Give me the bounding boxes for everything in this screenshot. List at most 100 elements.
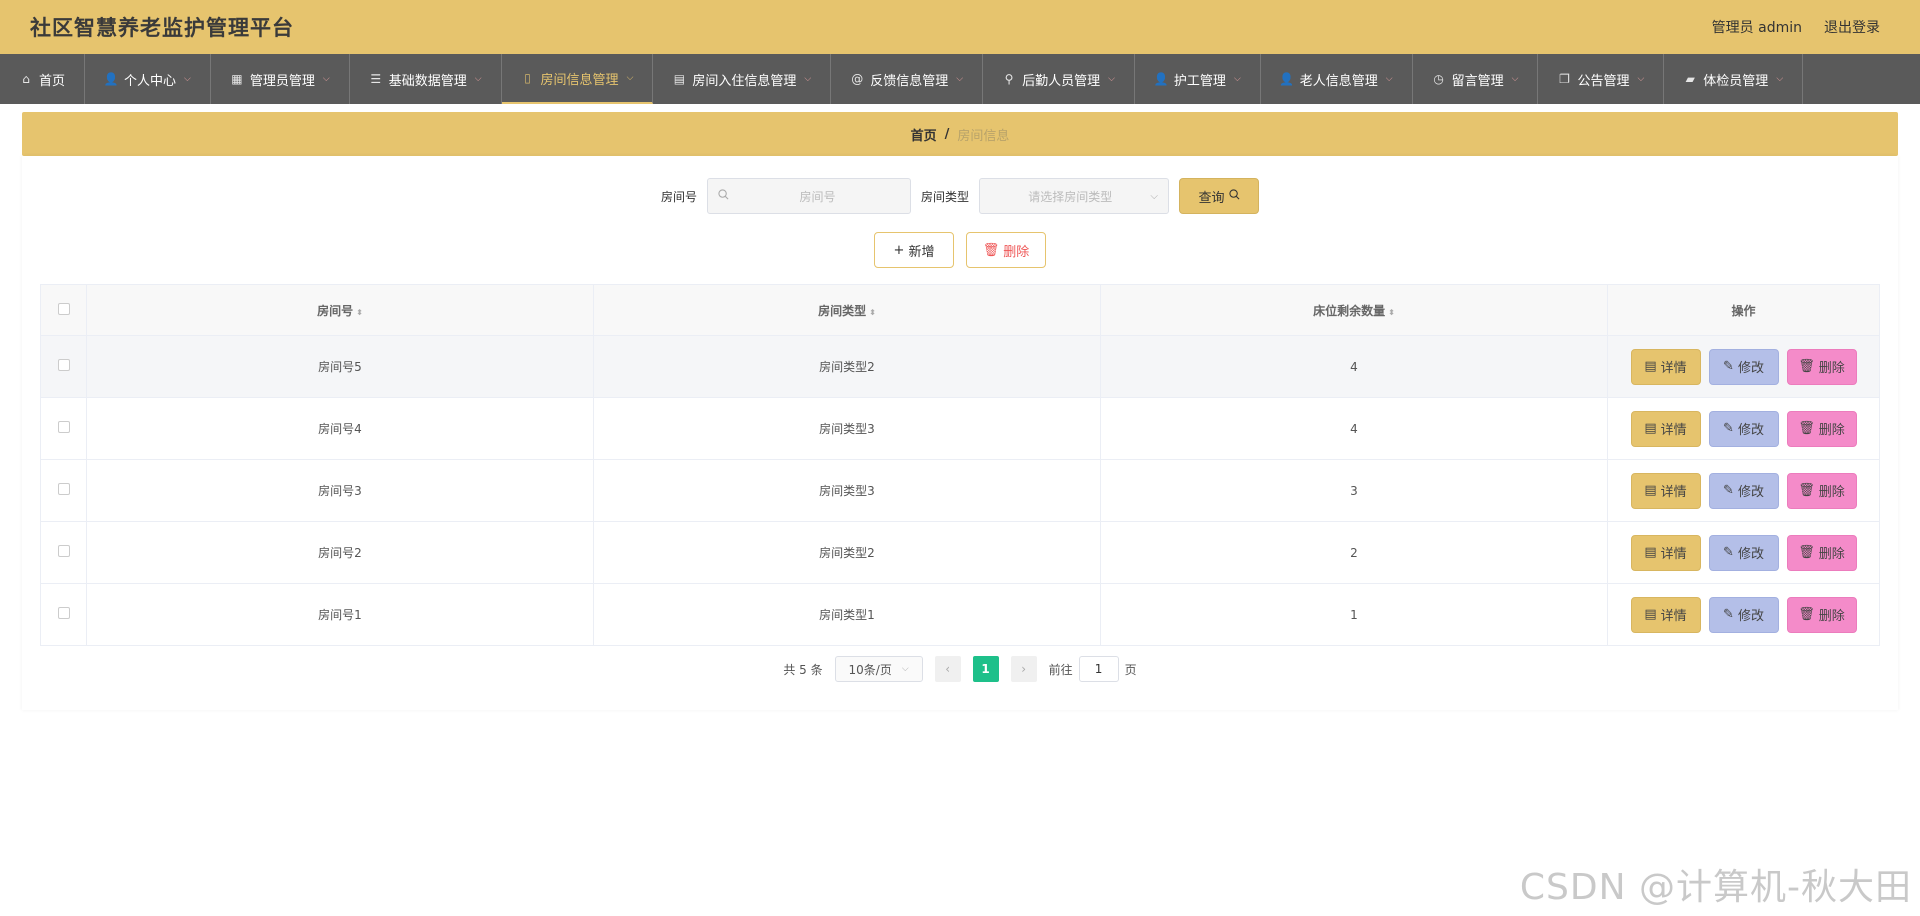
logout-link[interactable]: 退出登录 [1824, 17, 1880, 37]
app-title: 社区智慧养老监护管理平台 [30, 16, 294, 40]
trash-icon: 🗑 [1798, 359, 1815, 374]
nav-item-11[interactable]: ❐ 公告管理 ⌵ [1538, 54, 1665, 104]
header-beds[interactable]: 床位剩余数量 ⬍ [1100, 284, 1608, 336]
nav-item-label: 护工管理 [1173, 73, 1226, 89]
nav-item-label: 首页 [39, 73, 66, 89]
cell-room: 房间号4 [86, 397, 594, 460]
detail-label: 详情 [1660, 609, 1687, 624]
prev-page-button[interactable]: ‹ [934, 656, 961, 682]
goto-page: 前往 1 页 [1049, 656, 1137, 682]
breadcrumb-home[interactable]: 首页 [911, 125, 937, 144]
cell-beds: 1 [1100, 583, 1608, 646]
cell-room: 房间号3 [86, 459, 594, 522]
chevron-down-icon: ⌵ [626, 73, 634, 83]
nav-item-0[interactable]: ⌂ 首页 [0, 54, 86, 104]
trash-icon: 🗑 [1798, 607, 1815, 622]
nav-item-label: 后勤人员管理 [1022, 73, 1101, 89]
page-number-current[interactable]: 1 [972, 656, 999, 682]
cell-ops: ▤ 详情 ✎ 修改 🗑 删除 [1607, 397, 1880, 460]
row-checkbox[interactable] [57, 607, 70, 619]
sort-icon[interactable]: ⬍ [869, 308, 876, 317]
row-checkbox[interactable] [57, 359, 70, 371]
nav-item-7[interactable]: ⚲ 后勤人员管理 ⌵ [983, 54, 1135, 104]
page-size-select[interactable]: 10条/页 ⌵ [834, 656, 923, 682]
detail-button[interactable]: ▤ 详情 [1630, 348, 1701, 385]
nav-item-label: 反馈信息管理 [870, 73, 949, 89]
nav-item-5[interactable]: ▤ 房间入住信息管理 ⌵ [653, 54, 832, 104]
chevron-down-icon: ⌵ [1776, 74, 1784, 84]
room-type-select[interactable]: 请选择房间类型 ⌵ [979, 178, 1170, 214]
edit-button[interactable]: ✎ 修改 [1708, 596, 1779, 633]
nav-item-9[interactable]: 👤 老人信息管理 ⌵ [1261, 54, 1413, 104]
room-number-label: 房间号 [660, 189, 697, 204]
chevron-down-icon: ⌵ [1511, 74, 1519, 84]
edit-label: 修改 [1737, 547, 1764, 562]
delete-button[interactable]: 🗑 删除 [1786, 472, 1857, 509]
pencil-icon: ✎ [1723, 545, 1734, 560]
goto-page-input[interactable]: 1 [1078, 656, 1119, 682]
goto-suffix: 页 [1124, 662, 1137, 677]
detail-button[interactable]: ▤ 详情 [1630, 410, 1701, 447]
edit-button[interactable]: ✎ 修改 [1708, 534, 1779, 571]
room-number-placeholder: 房间号 [799, 189, 836, 204]
detail-label: 详情 [1660, 485, 1687, 500]
row-select-cell [40, 583, 87, 646]
top-nav: ⌂ 首页 👤 个人中心 ⌵ ▦ 管理员管理 ⌵ ☰ 基础数据管理 ⌵ ▯ 房间信息管理 ⌵ ▤ 房间入住信息管… [0, 54, 1920, 104]
row-checkbox[interactable] [57, 545, 70, 557]
delete-button[interactable]: 🗑 删除 [1786, 596, 1857, 633]
nav-item-1[interactable]: 👤 个人中心 ⌵ [85, 54, 211, 104]
query-button[interactable]: 查询 [1179, 178, 1260, 214]
header-type[interactable]: 房间类型 ⬍ [593, 284, 1101, 336]
cell-ops: ▤ 详情 ✎ 修改 🗑 删除 [1607, 335, 1880, 398]
cell-room: 房间号2 [86, 521, 594, 584]
nav-item-8[interactable]: 👤 护工管理 ⌵ [1135, 54, 1261, 104]
edit-button[interactable]: ✎ 修改 [1708, 410, 1779, 447]
edit-button[interactable]: ✎ 修改 [1708, 348, 1779, 385]
chevron-left-icon: ‹ [945, 662, 951, 676]
table-header-row: 房间号 ⬍ 房间类型 ⬍ 床位剩余数量 ⬍ 操作 [40, 284, 1880, 336]
camera-icon: ▰ [1685, 72, 1695, 86]
detail-button[interactable]: ▤ 详情 [1630, 596, 1701, 633]
nav-item-6[interactable]: @ 反馈信息管理 ⌵ [831, 54, 984, 104]
add-button[interactable]: + 新增 [874, 232, 954, 268]
chevron-down-icon: ⌵ [474, 74, 482, 84]
sort-icon[interactable]: ⬍ [356, 308, 363, 317]
at-icon: @ [851, 72, 864, 86]
select-all-checkbox[interactable] [57, 302, 70, 315]
delete-button[interactable]: 🗑 删除 [1786, 410, 1857, 447]
nav-item-3[interactable]: ☰ 基础数据管理 ⌵ [350, 54, 502, 104]
nav-item-10[interactable]: ◷ 留言管理 ⌵ [1413, 54, 1539, 104]
nav-item-12[interactable]: ▰ 体检员管理 ⌵ [1664, 54, 1804, 104]
trash-icon: 🗑 [1798, 545, 1815, 560]
trash-icon: 🗑 [1798, 421, 1815, 436]
trash-icon: 🗑 [982, 242, 1000, 258]
batch-delete-button[interactable]: 🗑 删除 [966, 232, 1046, 268]
nav-item-4[interactable]: ▯ 房间信息管理 ⌵ [501, 54, 654, 104]
pencil-icon: ✎ [1723, 607, 1734, 622]
nav-item-label: 管理员管理 [249, 73, 315, 89]
detail-label: 详情 [1660, 547, 1687, 562]
header-room-label: 房间号 [317, 303, 354, 318]
chevron-down-icon: ⌵ [1108, 74, 1115, 84]
room-number-input[interactable]: 房间号 [707, 178, 911, 214]
cell-beds: 4 [1100, 335, 1608, 398]
batch-delete-label: 删除 [1003, 244, 1030, 260]
room-type-placeholder: 请选择房间类型 [1028, 189, 1113, 204]
header-room[interactable]: 房间号 ⬍ [86, 284, 594, 336]
delete-button[interactable]: 🗑 删除 [1786, 348, 1857, 385]
cell-type: 房间类型3 [593, 459, 1101, 522]
detail-button[interactable]: ▤ 详情 [1630, 534, 1701, 571]
delete-button[interactable]: 🗑 删除 [1786, 534, 1857, 571]
next-page-button[interactable]: › [1010, 656, 1037, 682]
detail-button[interactable]: ▤ 详情 [1630, 472, 1701, 509]
sort-icon[interactable]: ⬍ [1388, 308, 1395, 317]
row-select-cell [40, 335, 87, 398]
edit-button[interactable]: ✎ 修改 [1708, 472, 1779, 509]
row-checkbox[interactable] [57, 483, 70, 495]
pencil-icon: ✎ [1723, 421, 1734, 436]
nav-item-2[interactable]: ▦ 管理员管理 ⌵ [211, 54, 350, 104]
trash-icon: 🗑 [1798, 483, 1815, 498]
row-checkbox[interactable] [57, 421, 70, 433]
search-icon [718, 189, 729, 203]
cell-type: 房间类型3 [593, 397, 1101, 460]
